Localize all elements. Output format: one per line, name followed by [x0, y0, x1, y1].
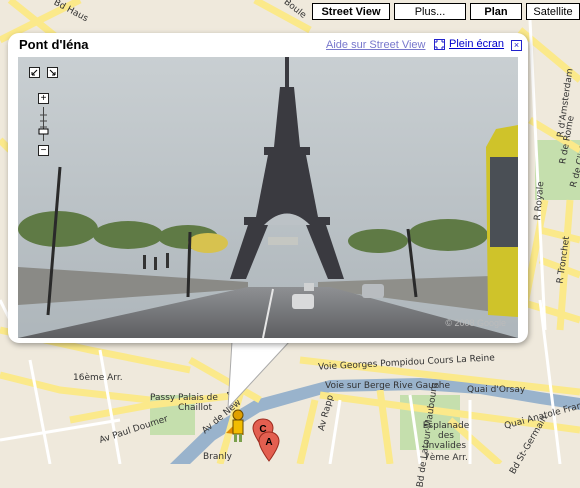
- fullscreen-link[interactable]: Plein écran: [434, 38, 504, 50]
- map-label: Passy: [150, 393, 176, 403]
- plan-button[interactable]: Plan: [470, 3, 522, 20]
- close-icon[interactable]: ×: [511, 40, 522, 51]
- fullscreen-icon: [434, 38, 445, 50]
- pan-right-button[interactable]: [47, 67, 58, 78]
- copyright: © 2008 Google: [445, 318, 506, 328]
- marker-a-label: A: [265, 437, 272, 448]
- marker-a-icon[interactable]: A: [258, 431, 280, 464]
- street-view-button[interactable]: Street View: [312, 3, 390, 20]
- zoom-out-button[interactable]: −: [38, 145, 49, 156]
- street-view-panorama[interactable]: + − © 2008 Google: [18, 57, 518, 338]
- fullscreen-label: Plein écran: [449, 38, 505, 50]
- map-label: Esplanade des Invalides: [422, 421, 470, 451]
- panorama-scene: [18, 57, 518, 338]
- bubble-title: Pont d'Iéna: [19, 37, 89, 52]
- map-label: Quai d'Orsay: [467, 385, 526, 395]
- more-button[interactable]: Plus...: [394, 3, 466, 20]
- pan-left-button[interactable]: [29, 67, 40, 78]
- map-type-bar: Street View Plus... Plan Satellite: [312, 3, 580, 20]
- street-view-bubble: Pont d'Iéna Aide sur Street View Plein é…: [8, 33, 528, 343]
- map-label: 16ème Arr.: [73, 373, 123, 383]
- map-label: Palais de Chaillot: [178, 393, 218, 413]
- zoom-slider[interactable]: [38, 107, 49, 141]
- street-view-help-link[interactable]: Aide sur Street View: [326, 39, 425, 51]
- map-label: 7ème Arr.: [424, 453, 468, 463]
- satellite-button[interactable]: Satellite: [526, 3, 580, 20]
- zoom-in-button[interactable]: +: [38, 93, 49, 104]
